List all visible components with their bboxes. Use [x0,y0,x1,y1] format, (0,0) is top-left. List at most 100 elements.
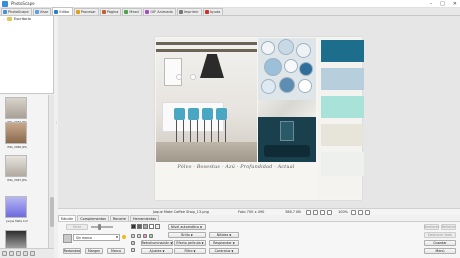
chevron-down-icon: ▼ [162,249,165,253]
tab-gif-animado[interactable]: GIF Animado [143,8,176,15]
tab-visor[interactable]: Visor [32,8,52,15]
tab-label: GIF Animado [150,10,173,14]
zoom-out-icon[interactable] [320,209,325,215]
frame-preview [63,234,72,243]
color-default-box[interactable] [155,224,160,229]
zoom-fit-icon[interactable] [306,209,311,215]
marble-photo [258,100,316,117]
close-button[interactable]: ✕ [453,1,457,7]
blue-room-photo [258,117,316,162]
zoom-plus-icon[interactable] [358,209,363,215]
settings-icon[interactable] [30,251,35,256]
zoom-level[interactable]: 100% [338,210,348,214]
rotate-button[interactable]: Girar [66,224,88,230]
color-swatch [321,96,364,118]
chevron-down-icon: ▼ [232,241,235,245]
filter-label: Filtro [184,249,193,253]
rotate-slider[interactable] [91,226,113,228]
menu-button[interactable]: Menú [424,248,456,254]
margin-button[interactable]: Margen [85,248,103,254]
frame-select[interactable]: Sin marco ▼ [73,234,120,241]
zoom-tools [351,209,370,215]
tab-label: PhotoScape [8,10,29,14]
combine-icon [124,10,129,14]
frame-button[interactable]: Marco [107,248,125,254]
backlight-button[interactable]: Retroiluminación ▼ [141,240,173,246]
color-black-box[interactable] [131,224,136,229]
thumbnail-list[interactable]: IMG_3064.JPGIMG_3066.JPGIMG_3067.JPGJaqu… [0,95,54,255]
crop-tool-icon[interactable] [131,234,135,238]
redo-label: Rehacer [441,225,456,229]
zoom-in-icon[interactable] [327,209,332,215]
redo-button[interactable]: Rehacer [441,224,456,230]
rotate-slider-handle[interactable] [98,224,101,230]
save-button[interactable]: Guardar [424,240,456,246]
bright-button[interactable]: Brillo ▼ [168,232,206,238]
thumbnail-image[interactable] [5,155,27,177]
thumbnail-image[interactable] [5,122,27,144]
print-icon [178,10,183,14]
range-hood-graphic [200,54,224,78]
contrast-button[interactable]: Contraluz ▼ [209,248,239,254]
filter-tool-icon[interactable] [143,234,147,238]
filter-button[interactable]: Filtro ▼ [174,248,206,254]
undo-all-button[interactable]: Deshacer todo [424,232,456,238]
zoom-actual-icon[interactable] [313,209,318,215]
tab-mezcl[interactable]: Mezcl [122,8,143,15]
thumbnail-image[interactable] [5,196,27,218]
round-button[interactable]: Redondeo [63,248,81,254]
auto-level-button[interactable]: Nivel automático ▼ [168,224,206,230]
zoom-minus-icon[interactable] [351,209,356,215]
batch-icon [75,10,80,14]
chevron-down-icon: ▼ [170,241,173,245]
text-tool-icon[interactable] [137,234,141,238]
refresh-icon[interactable] [16,251,21,256]
tab-imprimir[interactable]: Imprimir [176,8,202,15]
chevron-down-icon: ▼ [193,249,196,253]
tree-item-desktop[interactable]: – Escritorio [3,17,31,21]
editor-panel: Girar Sin marco ▼ Redondeo Margen Marco … [58,221,460,258]
color-gray-box[interactable] [137,224,142,229]
image-canvas[interactable]: Pólvo - Bosestus - Azú - Profundidad - A… [58,16,460,208]
tab-label: Imprimir [183,10,199,14]
undo-button[interactable]: Deshacer [424,224,439,230]
adjust-button[interactable]: Ajustes ▼ [141,248,173,254]
tab-procesar[interactable]: Procesar [73,8,99,15]
view-large-icon[interactable] [9,251,14,256]
thumbnail-image[interactable] [5,97,27,119]
compare-icon[interactable] [365,209,370,215]
tab-página[interactable]: Página [99,8,122,15]
color-white-box[interactable] [149,224,154,229]
photoscape-icon [3,10,7,14]
maximize-button[interactable]: □ [440,1,445,7]
tab-label: Editor [59,9,70,14]
sharpen-button[interactable]: Nitidez ▼ [209,232,239,238]
color-swatch [321,152,364,176]
photoscape-logo-icon [2,0,8,7]
resize-icon[interactable] [131,248,135,252]
color-light-box[interactable] [143,224,148,229]
window-controls: – □ ✕ [430,0,457,8]
moodboard-caption: Pólvo - Bosestus - Azú - Profundidad - A… [177,165,295,170]
folder-icon [7,17,12,21]
status-filename: Jaque Mate Coffee Shop_13.png [153,210,209,214]
view-small-icon[interactable] [2,251,7,256]
minimize-button[interactable]: – [430,1,433,7]
thumbnail-scrollbar[interactable] [48,95,54,255]
editor-icon [54,9,59,14]
tab-editor[interactable]: Editor [52,7,73,15]
glow-button[interactable]: Resplandor ▼ [209,240,239,246]
scrollbar-thumb[interactable] [50,197,54,227]
tab-photoscape[interactable]: PhotoScape [1,8,32,15]
brightness-icon[interactable] [122,235,126,239]
tab-ayuda[interactable]: Ayuda [202,8,224,15]
vignette-icon[interactable] [131,241,135,245]
viewer-icon [34,10,39,14]
film-effect-button[interactable]: Efecto película ▼ [174,240,206,246]
paint-tool-icon[interactable] [149,234,153,238]
sort-icon[interactable] [23,251,28,256]
tab-label: Visor [39,10,49,14]
round-label: Redondeo [63,249,81,253]
folder-tree[interactable]: – Escritorio [0,16,54,94]
status-dimensions: Foto 700 x 490 [238,210,265,214]
